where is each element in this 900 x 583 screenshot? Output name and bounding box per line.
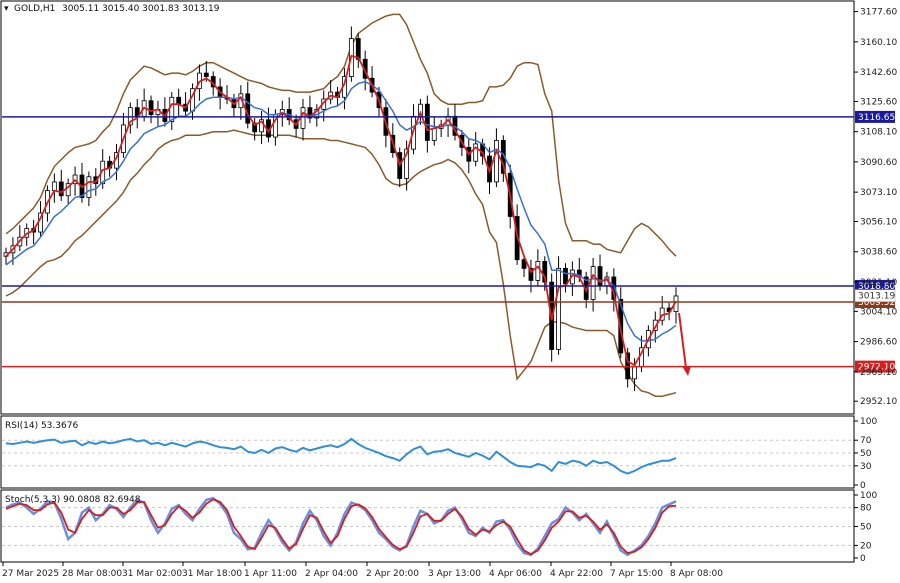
rsi-tick-label: 30 [860,462,872,472]
price-tick-label: 2952.10 [860,397,897,407]
main-panel [0,0,855,415]
price-axis: 3177.60 3160.10 3142.60 3125.60 3108.10 3090.… [854,8,897,564]
price-tick-label: 3142.60 [860,68,897,78]
candle-body [494,140,499,183]
stoch-tick-label: 0 [860,554,866,564]
stoch-label: Stoch(5,3,3) 90.0808 82.6948 [5,495,141,505]
time-tick-label: 7 Apr 15:00 [610,569,663,579]
candle-body [556,267,561,350]
price-tick-label: 3125.60 [860,97,897,107]
stoch-tick-label: 20 [860,541,872,551]
price-tick-label: 2969.10 [860,368,897,378]
stoch-tick-label: 50 [860,523,872,533]
time-tick-label: 8 Apr 08:00 [670,569,723,579]
candle-body [245,93,251,124]
candle-body [590,266,596,300]
price-tick-label: 3177.60 [860,8,897,18]
chart-canvas: 3116.653018.803009.522972.103013.19 3177… [0,0,897,579]
candle-body [203,72,209,77]
price-tick-label: 3021.10 [860,278,897,288]
candle-body [632,366,637,380]
price-tick-label: 3073.10 [860,188,897,198]
time-tick-label: 28 Mar 08:00 [62,569,122,579]
ohlc-readout: 3005.11 3015.40 3001.83 3013.19 [62,4,220,14]
price-tick-label: 3056.10 [860,218,897,228]
current-price-label: 3013.19 [858,292,895,302]
rsi-label: RSI(14) 53.3676 [5,421,78,431]
time-tick-label: 1 Apr 11:00 [244,569,297,579]
rsi-tick-label: 0 [860,481,866,491]
price-tick-label: 3108.10 [860,128,897,138]
candle-body [431,127,437,141]
candle-body [176,96,182,105]
time-tick-label: 2 Apr 20:00 [366,569,419,579]
time-tick-label: 31 Mar 02:00 [122,569,182,579]
time-tick-label: 2 Apr 04:00 [305,569,358,579]
symbol-label: GOLD,H1 [14,4,55,14]
rsi-tick-label: 100 [860,417,877,427]
time-tick-label: 31 Mar 18:00 [182,569,242,579]
candle-body [86,176,92,198]
rsi-tick-label: 50 [860,449,872,459]
level-tag-label: 3116.65 [858,113,895,123]
price-tick-label: 3038.60 [860,248,897,258]
time-tick-label: 3 Apr 13:00 [428,569,481,579]
candle-body [535,261,541,281]
time-tick-label: 27 Mar 2025 [2,569,59,579]
price-tick-label: 3090.60 [860,158,897,168]
time-tick-label: 4 Apr 06:00 [489,569,542,579]
time-tick-label: 4 Apr 22:00 [550,569,603,579]
candle-body [300,107,306,129]
candle-body [169,96,175,122]
time-axis: 27 Mar 2025 28 Mar 08:00 31 Mar 02:00 31 Ma… [2,562,723,579]
price-tick-label: 3004.10 [860,307,897,317]
candle-body [424,103,430,141]
candle-body [355,38,361,60]
symbol-dropdown-icon[interactable]: ▾ [4,4,9,14]
price-tick-label: 2986.60 [860,338,897,348]
candle-body [51,181,57,191]
candle-body [58,181,64,197]
stoch-tick-label: 80 [860,504,872,514]
candle-body [563,267,568,285]
price-tick-label: 3160.10 [860,38,897,48]
stoch-tick-label: 100 [860,491,877,501]
rsi-panel [0,415,855,489]
rsi-tick-label: 70 [860,436,872,446]
candle-body [148,100,154,115]
